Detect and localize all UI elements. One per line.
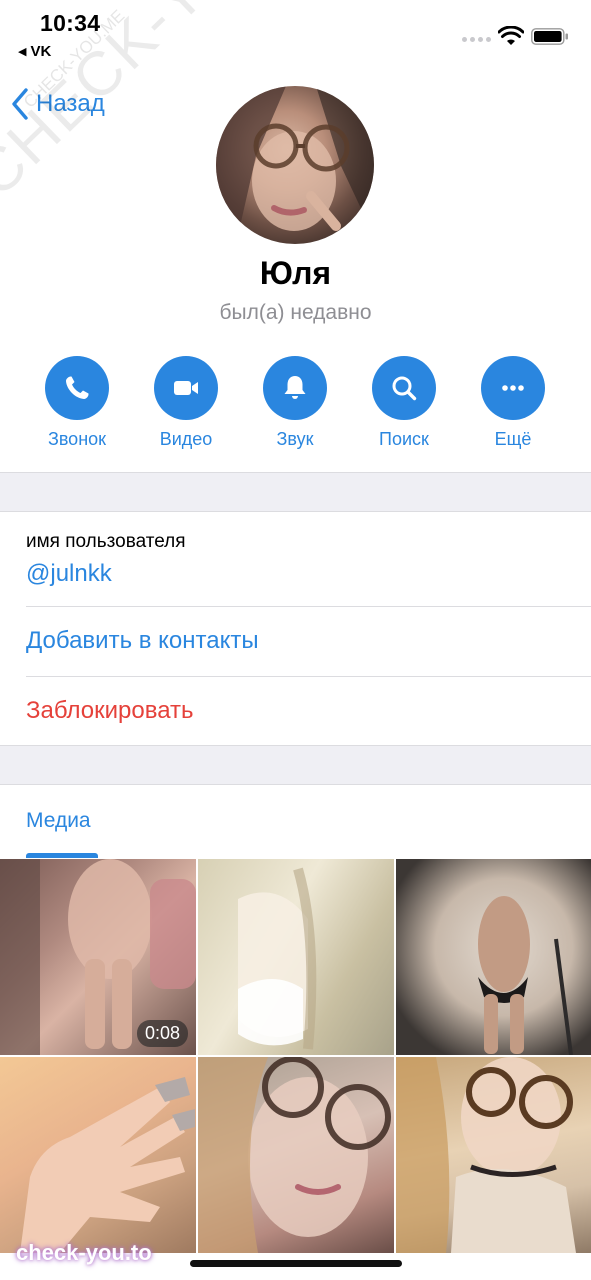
media-grid: 0:08 [0, 859, 591, 1259]
search-icon [392, 376, 417, 401]
video-call-label: Видео [159, 429, 213, 449]
media-thumbnail[interactable] [198, 1057, 394, 1253]
watermark-bottom: check-you.to [16, 1240, 152, 1265]
bell-icon [284, 376, 306, 399]
add-to-contacts-button[interactable]: Добавить в контакты [26, 627, 259, 655]
call-label: Звонок [47, 429, 107, 449]
section-divider [0, 745, 591, 785]
profile-actions: Звонок Видео Звук Поиск Ещё [0, 356, 591, 456]
more-dots-icon [502, 385, 524, 391]
divider [26, 606, 591, 607]
media-thumbnail[interactable] [198, 859, 394, 1055]
wifi-icon [498, 26, 524, 45]
battery-icon [531, 28, 568, 45]
search-button[interactable]: Поиск [349, 356, 459, 456]
home-indicator [190, 1260, 402, 1267]
section-divider [0, 472, 591, 512]
phone-icon [66, 376, 89, 399]
back-to-app-label: VK [30, 43, 52, 60]
profile-avatar[interactable] [216, 86, 374, 244]
video-camera-icon [174, 381, 198, 395]
username-label: имя пользователя [26, 531, 186, 552]
call-button[interactable]: Звонок [22, 356, 132, 456]
video-call-button[interactable]: Видео [131, 356, 241, 456]
divider [26, 676, 591, 677]
sound-button[interactable]: Звук [240, 356, 350, 456]
media-thumbnail-video[interactable]: 0:08 [0, 859, 196, 1055]
profile-status: был(а) недавно [219, 301, 372, 324]
search-label: Поиск [379, 429, 429, 449]
video-duration-badge: 0:08 [136, 1020, 188, 1047]
back-to-app-link[interactable]: ◀ VK [18, 43, 51, 60]
media-thumbnail[interactable] [396, 859, 591, 1055]
sound-label: Звук [276, 429, 314, 449]
signal-dots-icon [462, 37, 491, 42]
more-label: Ещё [494, 429, 532, 449]
triangle-left-icon: ◀ [18, 46, 27, 58]
media-thumbnail[interactable] [396, 1057, 591, 1253]
block-user-button[interactable]: Заблокировать [26, 697, 194, 725]
tab-media[interactable]: Медиа [26, 809, 91, 833]
profile-name: Юля [259, 255, 332, 291]
username-value[interactable]: @julnkk [26, 560, 112, 588]
media-thumbnail[interactable] [0, 1057, 196, 1253]
tab-media-indicator [26, 853, 98, 858]
more-button[interactable]: Ещё [458, 356, 568, 456]
